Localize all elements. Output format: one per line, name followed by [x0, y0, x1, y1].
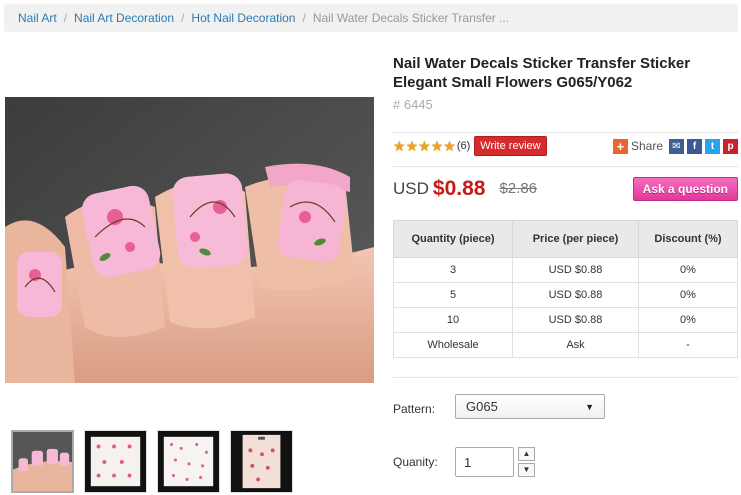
breadcrumb-separator: / — [302, 11, 306, 25]
plus-icon[interactable]: + — [612, 138, 628, 154]
breadcrumb-link-nail-art[interactable]: Nail Art — [18, 11, 57, 25]
pattern-select[interactable]: G065 ▼ — [455, 394, 605, 419]
thumbnail-1[interactable] — [11, 430, 74, 493]
price-row: USD $0.88 $2.86 Ask a question — [393, 166, 738, 210]
mail-icon[interactable]: ✉ — [669, 138, 684, 154]
pattern-selected-value: G065 — [466, 399, 498, 414]
breadcrumb-separator: / — [63, 11, 68, 25]
product-main-image[interactable] — [5, 97, 374, 383]
cell-discount: 0% — [638, 307, 738, 333]
price-currency: USD — [393, 178, 429, 198]
cell-price: USD $0.88 — [512, 307, 639, 333]
quantity-input[interactable] — [455, 447, 514, 477]
rating-share-row: ★ ★ ★ ★ ★ (6) Write review + Share ✉ f t… — [393, 132, 738, 156]
thumbnail-4[interactable] — [230, 430, 293, 493]
quantity-increment-button[interactable]: ▲ — [518, 447, 535, 461]
current-price: $0.88 — [432, 176, 486, 200]
star-icon: ★ — [418, 138, 431, 154]
cell-discount: 0% — [638, 282, 738, 308]
table-row: 5 USD $0.88 0% — [393, 282, 738, 308]
pinterest-icon[interactable]: p — [723, 138, 738, 154]
twitter-icon[interactable]: t — [705, 138, 720, 154]
thumbnail-nails-image — [13, 432, 72, 491]
original-price: $2.86 — [499, 180, 538, 197]
quantity-label: Quanity: — [393, 455, 438, 469]
thumbnail-strip — [11, 430, 303, 493]
table-header-row: Quantity (piece) Price (per piece) Disco… — [393, 220, 738, 258]
column-header-discount: Discount (%) — [638, 220, 738, 258]
breadcrumb-link-hot-nail-decoration[interactable]: Hot Nail Decoration — [191, 11, 295, 25]
cell-quantity: Wholesale — [393, 332, 513, 358]
thumbnail-3[interactable] — [157, 430, 220, 493]
star-icon: ★ — [393, 138, 406, 154]
breadcrumb-link-nail-art-decoration[interactable]: Nail Art Decoration — [74, 11, 174, 25]
star-rating: ★ ★ ★ ★ ★ — [393, 139, 456, 153]
cell-quantity: 10 — [393, 307, 513, 333]
cell-discount: 0% — [638, 257, 738, 283]
pattern-label: Pattern: — [393, 402, 436, 416]
quantity-decrement-button[interactable]: ▼ — [518, 463, 535, 477]
product-sku: # 6445 — [393, 97, 433, 112]
cell-price: USD $0.88 — [512, 257, 639, 283]
section-divider — [393, 377, 738, 378]
facebook-icon[interactable]: f — [687, 138, 702, 154]
thumbnail-2[interactable] — [84, 430, 147, 493]
column-header-quantity: Quantity (piece) — [393, 220, 513, 258]
cell-discount: - — [638, 332, 738, 358]
breadcrumb: Nail Art / Nail Art Decoration / Hot Nai… — [4, 4, 738, 32]
product-title: Nail Water Decals Sticker Transfer Stick… — [393, 55, 691, 91]
nail-photo-illustration — [5, 97, 374, 383]
breadcrumb-current: Nail Water Decals Sticker Transfer ... — [312, 11, 510, 25]
column-header-price: Price (per piece) — [512, 220, 639, 258]
review-count[interactable]: (6) — [457, 140, 470, 152]
table-row: 10 USD $0.88 0% — [393, 307, 738, 333]
table-row: 3 USD $0.88 0% — [393, 257, 738, 283]
share-label[interactable]: Share — [631, 139, 663, 153]
thumbnail-packaged-decal-image — [231, 431, 292, 492]
star-icon: ★ — [430, 138, 444, 154]
thumbnail-decal-sheet-image — [85, 431, 146, 492]
cell-price: Ask — [512, 332, 639, 358]
table-row: Wholesale Ask - — [393, 332, 738, 358]
ask-question-button[interactable]: Ask a question — [632, 176, 738, 201]
chevron-down-icon: ▼ — [585, 401, 594, 412]
star-icon: ★ — [405, 138, 419, 154]
tier-pricing-table: Quantity (piece) Price (per piece) Disco… — [393, 220, 738, 358]
write-review-button[interactable]: Write review — [474, 136, 547, 156]
star-icon: ★ — [443, 138, 456, 154]
thumbnail-decal-sheet-image — [158, 431, 219, 492]
breadcrumb-separator: / — [181, 11, 185, 25]
share-bar: + Share ✉ f t p — [612, 138, 738, 154]
cell-price: USD $0.88 — [512, 282, 639, 308]
cell-quantity: 5 — [393, 282, 513, 308]
cell-quantity: 3 — [393, 257, 513, 283]
